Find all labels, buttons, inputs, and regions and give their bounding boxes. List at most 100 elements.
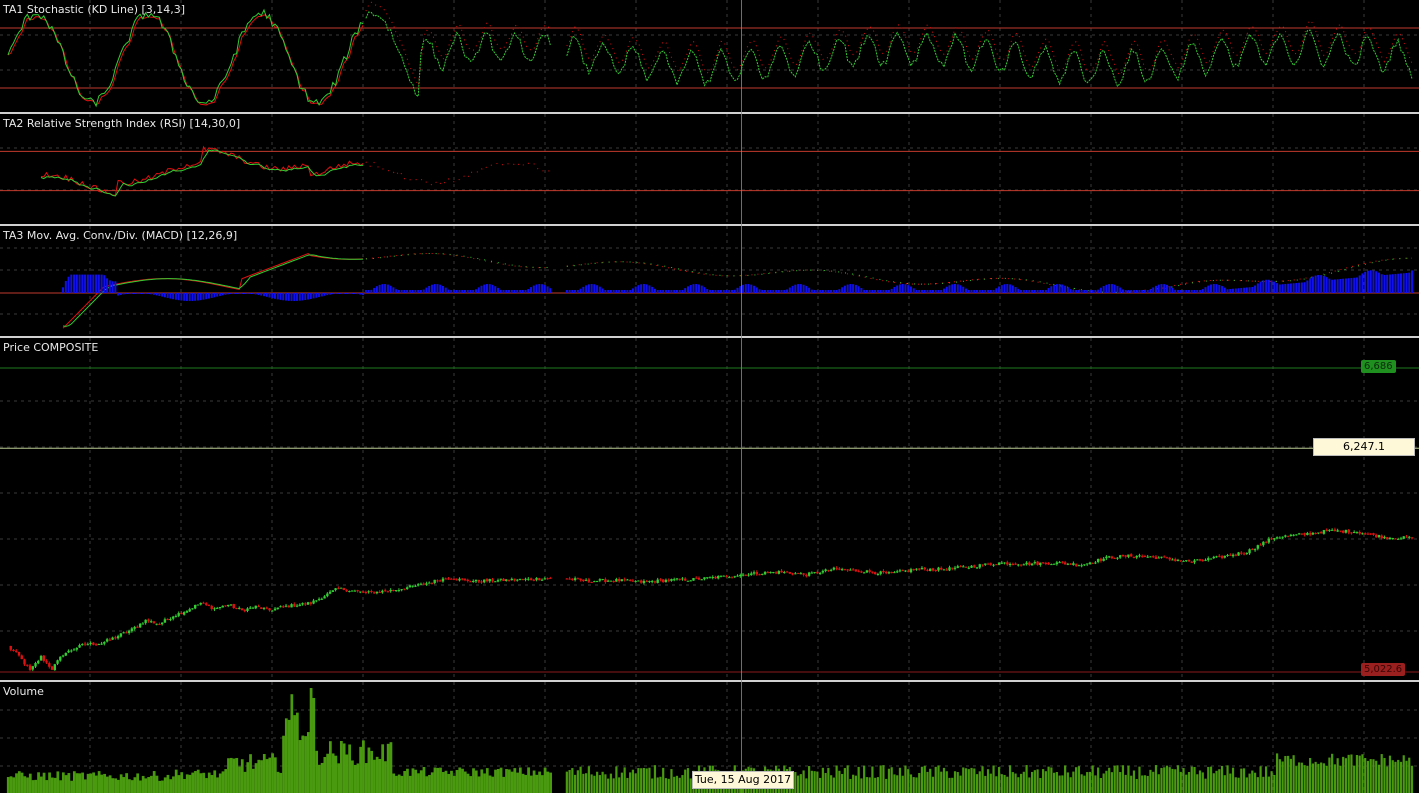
volume-bar: [546, 771, 550, 793]
price-candle: [733, 576, 736, 578]
price-candle: [593, 581, 596, 583]
price-candle: [416, 584, 420, 586]
volume-bar: [673, 776, 676, 793]
volume-bar: [265, 759, 269, 793]
price-candle: [1328, 529, 1331, 531]
price-candle: [1174, 559, 1177, 561]
volume-bar: [686, 768, 690, 793]
macd-histogram-bar: [637, 285, 640, 293]
volume-bar: [351, 760, 354, 793]
volume-bar: [802, 770, 805, 793]
volume-bar: [640, 768, 643, 793]
macd-histogram-bar: [1143, 290, 1146, 293]
macd-histogram-bar: [1171, 287, 1174, 293]
price-candle: [122, 632, 125, 634]
macd-histogram-bar: [1234, 288, 1237, 293]
stochastic-panel[interactable]: TA1 Stochastic (KD Line) [3,14,3]: [0, 0, 1419, 112]
volume-bar: [1391, 760, 1394, 793]
macd-histogram-bar: [417, 290, 420, 293]
price-candle: [15, 650, 18, 653]
price-candle: [741, 574, 745, 576]
macd-histogram-bar: [1240, 288, 1243, 293]
volume-bar: [648, 767, 651, 793]
price-candle: [529, 578, 533, 581]
volume-bar: [543, 767, 547, 793]
volume-bar: [1050, 767, 1053, 793]
macd-histogram-bar: [1344, 278, 1347, 293]
price-candle: [185, 611, 189, 613]
price-candle: [290, 604, 293, 608]
price-candle: [656, 579, 659, 583]
volume-bar: [527, 767, 530, 793]
volume-bar: [243, 771, 247, 793]
macd-histogram-bar: [97, 274, 100, 293]
macd-panel[interactable]: TA3 Mov. Avg. Conv./Div. (MACD) [12,26,9…: [0, 226, 1419, 336]
macd-histogram-bar: [659, 290, 662, 293]
macd-histogram-bar: [1011, 285, 1014, 293]
price-candle: [1102, 558, 1105, 561]
volume-bar: [1119, 772, 1122, 793]
macd-histogram-bar: [976, 290, 979, 293]
price-candle: [923, 567, 926, 570]
macd-histogram-bar: [764, 290, 767, 293]
price-candle: [628, 579, 632, 581]
volume-bar: [890, 767, 893, 793]
macd-histogram-bar: [535, 284, 538, 293]
macd-histogram-bar: [923, 290, 926, 293]
price-candle: [601, 578, 604, 580]
volume-bar: [1163, 767, 1166, 793]
volume-bar: [45, 780, 49, 793]
volume-bar: [1019, 773, 1023, 793]
macd-histogram-bar: [169, 293, 172, 299]
price-candle: [1152, 556, 1155, 558]
volume-bar: [629, 772, 632, 793]
volume-bar: [188, 774, 192, 793]
price-candle: [862, 572, 866, 574]
price-candle: [1383, 536, 1386, 539]
volume-bar: [934, 766, 937, 793]
volume-bar: [1397, 759, 1400, 793]
macd-plot[interactable]: [0, 226, 1419, 336]
price-candle: [306, 602, 310, 605]
macd-histogram-bar: [1031, 290, 1034, 293]
stochastic-plot[interactable]: [0, 0, 1419, 112]
price-candle: [615, 579, 618, 582]
price-panel[interactable]: Price COMPOSITE: [0, 338, 1419, 680]
price-candle: [984, 563, 987, 565]
price-candle: [510, 578, 513, 581]
rsi-panel[interactable]: TA2 Relative Strength Index (RSI) [14,30…: [0, 114, 1419, 224]
volume-bar: [585, 773, 588, 793]
macd-histogram-bar: [312, 293, 315, 299]
price-candle: [108, 639, 112, 641]
macd-histogram-bar: [703, 287, 706, 293]
macd-histogram-bar: [309, 293, 312, 299]
macd-histogram-bar: [1154, 285, 1157, 293]
price-candle: [202, 602, 205, 604]
macd-histogram-bar: [348, 293, 351, 294]
macd-histogram-bar: [1298, 282, 1301, 293]
macd-histogram-bar: [1050, 286, 1053, 293]
rsi-plot[interactable]: [0, 114, 1419, 224]
macd-histogram-bar: [871, 290, 874, 293]
macd-histogram-bar: [513, 290, 516, 293]
macd-histogram-bar: [959, 285, 962, 293]
price-candle: [1408, 536, 1411, 538]
macd-histogram-bar: [100, 274, 103, 293]
price-candle: [1355, 532, 1359, 534]
price-candle: [92, 642, 95, 645]
macd-histogram-bar: [196, 293, 199, 301]
price-candle: [595, 581, 599, 583]
macd-histogram-bar: [340, 293, 343, 294]
macd-histogram-bar: [1309, 278, 1312, 293]
price-candle: [229, 604, 233, 606]
volume-bar: [392, 773, 396, 793]
price-candle: [370, 591, 373, 593]
volume-bar: [447, 773, 451, 793]
price-plot[interactable]: [0, 338, 1419, 680]
price-candle: [364, 592, 368, 594]
price-candle: [777, 570, 781, 574]
macd-histogram-bar: [117, 293, 120, 296]
price-candle: [692, 578, 695, 581]
macd-histogram-bar: [469, 290, 472, 293]
price-candle: [1386, 537, 1389, 539]
